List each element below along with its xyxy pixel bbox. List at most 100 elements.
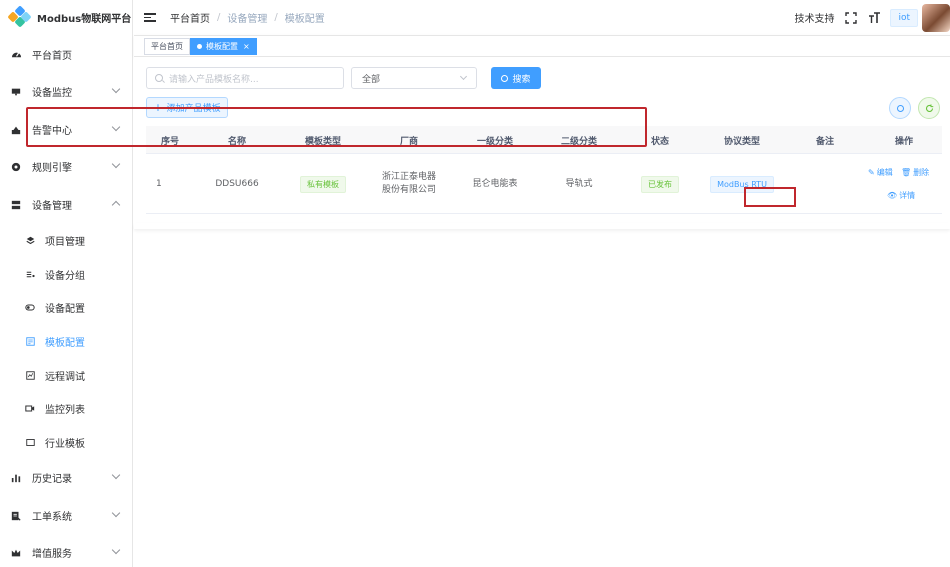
chevron-down-icon <box>111 159 121 169</box>
font-size-icon[interactable] <box>867 11 881 25</box>
toggle-icon <box>25 302 35 312</box>
cell-protocol: ModBus RTU <box>700 154 784 214</box>
main-content: 请输入产品模板名称... 全部 搜索 + 添加产品模板 序号 名称 模板类型 厂… <box>134 57 950 567</box>
edit-icon: ✎ <box>868 168 875 177</box>
search-icon <box>501 74 509 82</box>
layers-icon <box>25 235 35 245</box>
breadcrumb-template-config: 模板配置 <box>284 14 325 25</box>
refresh-icon <box>925 103 933 112</box>
template-type-badge: 私有模板 <box>300 175 346 193</box>
sidebar-item-home[interactable]: 平台首页 <box>0 36 133 73</box>
column-header: 二级分类 <box>560 136 597 147</box>
chevron-down-icon <box>111 470 121 480</box>
table-row: 1 DDSU666 私有模板 浙江正泰电器股份有限公司 昆仑电能表 导轨式 已发… <box>146 154 942 214</box>
chevron-down-icon <box>111 122 121 132</box>
sidebar-subitem-industry-template[interactable]: 行业模板 <box>0 425 133 459</box>
edit-button[interactable]: ✎ 编辑 <box>868 167 893 178</box>
add-template-button[interactable]: + 添加产品模板 <box>146 97 228 118</box>
ticket-icon <box>10 510 22 522</box>
active-dot-icon <box>197 44 202 49</box>
chevron-up-icon <box>111 200 121 210</box>
cell-status: 已发布 <box>620 154 700 214</box>
app-logo: Modbus物联网平台 <box>0 0 132 34</box>
delete-button[interactable]: 🗑 删除 <box>901 167 929 178</box>
frame-icon <box>25 437 35 447</box>
search-button[interactable]: 搜索 <box>491 67 541 89</box>
sidebar-item-ticket-system[interactable]: 工单系统 <box>0 497 133 534</box>
debug-icon <box>25 370 35 380</box>
breadcrumb-separator: / <box>217 12 221 23</box>
plus-icon: + <box>153 101 163 114</box>
column-header: 名称 <box>227 136 246 147</box>
chevron-down-icon <box>111 508 121 518</box>
sidebar-subitem-template-config[interactable]: 模板配置 <box>0 324 133 358</box>
logo-icon <box>7 5 32 28</box>
status-badge: 已发布 <box>641 175 679 193</box>
breadcrumb-home[interactable]: 平台首页 <box>170 10 210 25</box>
alarm-icon <box>10 124 22 136</box>
cell-operations: ✎ 编辑 🗑 删除 👁 详情 <box>866 154 950 214</box>
sidebar-subitem-remote-debug[interactable]: 远程调试 <box>0 358 133 392</box>
tag-home[interactable]: 平台首页 <box>144 38 190 55</box>
rule-engine-icon <box>10 161 22 173</box>
sidebar-item-device-management[interactable]: 设备管理 <box>0 186 133 223</box>
sidebar-item-device-monitor[interactable]: 设备监控 <box>0 73 133 110</box>
column-header: 厂商 <box>399 136 418 147</box>
video-icon <box>25 403 35 413</box>
bar-chart-icon <box>10 472 22 484</box>
hamburger-icon[interactable] <box>144 11 156 24</box>
sidebar-item-value-added[interactable]: 增值服务 <box>0 534 133 567</box>
breadcrumb-device-management[interactable]: 设备管理 <box>227 10 267 25</box>
detail-button[interactable]: 👁 详情 <box>887 190 915 201</box>
status-select[interactable]: 全部 <box>351 67 477 89</box>
toggle-search-button[interactable] <box>889 97 911 119</box>
column-header: 操作 <box>894 136 913 147</box>
column-header: 模板类型 <box>304 136 341 147</box>
dashboard-icon <box>10 49 22 61</box>
column-header: 备注 <box>815 136 834 147</box>
top-header: 平台首页 / 设备管理 / 模板配置 技术支持 iot <box>134 0 950 35</box>
sidebar-item-rule-engine[interactable]: 规则引擎 <box>0 148 133 185</box>
sidebar-item-history[interactable]: 历史记录 <box>0 459 133 496</box>
sidebar-subitem-monitor-list[interactable]: 监控列表 <box>0 391 133 425</box>
tags-view-bar: 平台首页 模板配置 × <box>134 35 950 57</box>
chevron-down-icon <box>111 84 121 94</box>
device-management-icon <box>10 199 22 211</box>
search-placeholder: 请输入产品模板名称... <box>169 74 259 85</box>
search-input[interactable]: 请输入产品模板名称... <box>146 67 344 89</box>
avatar[interactable] <box>922 3 950 32</box>
sidebar-item-alarm-center[interactable]: 告警中心 <box>0 111 133 148</box>
user-name-badge[interactable]: iot <box>890 8 918 27</box>
search-icon <box>896 104 904 112</box>
cell-index: 1 <box>156 178 162 189</box>
column-header: 状态 <box>650 136 669 147</box>
template-table: 序号 名称 模板类型 厂商 一级分类 二级分类 状态 协议类型 备注 操作 1 … <box>146 126 942 214</box>
sidebar: Modbus物联网平台 平台首页 设备监控 告警中心 规则引擎 设备管理 项目管… <box>0 0 133 567</box>
fullscreen-icon[interactable] <box>844 11 858 25</box>
column-header: 一级分类 <box>476 136 513 147</box>
app-title: Modbus物联网平台 <box>37 13 132 25</box>
delete-icon: 🗑 <box>901 168 912 177</box>
close-icon[interactable]: × <box>243 42 250 51</box>
eye-icon: 👁 <box>887 191 898 200</box>
chevron-down-icon <box>459 72 468 81</box>
tag-template-config[interactable]: 模板配置 × <box>190 38 257 55</box>
sidebar-subitem-device-group[interactable]: 设备分组 <box>0 257 133 291</box>
protocol-badge: ModBus RTU <box>710 175 774 193</box>
search-icon <box>155 74 163 82</box>
chevron-down-icon <box>111 545 121 555</box>
sidebar-subitem-device-config[interactable]: 设备配置 <box>0 290 133 324</box>
refresh-button[interactable] <box>918 97 940 119</box>
crown-icon <box>10 547 22 559</box>
breadcrumb-separator: / <box>274 12 278 23</box>
cell-category2: 导轨式 <box>565 178 593 189</box>
cell-template-type: 私有模板 <box>280 154 366 214</box>
table-header: 序号 名称 模板类型 厂商 一级分类 二级分类 状态 协议类型 备注 操作 <box>146 126 942 154</box>
cell-name: DDSU666 <box>215 178 259 189</box>
header-right: 技术支持 iot <box>794 0 950 35</box>
template-icon <box>25 336 35 346</box>
group-list-icon <box>25 269 35 279</box>
cell-category1: 昆仑电能表 <box>472 178 518 189</box>
tech-support-link[interactable]: 技术支持 <box>794 10 834 25</box>
sidebar-subitem-project-management[interactable]: 项目管理 <box>0 223 133 257</box>
